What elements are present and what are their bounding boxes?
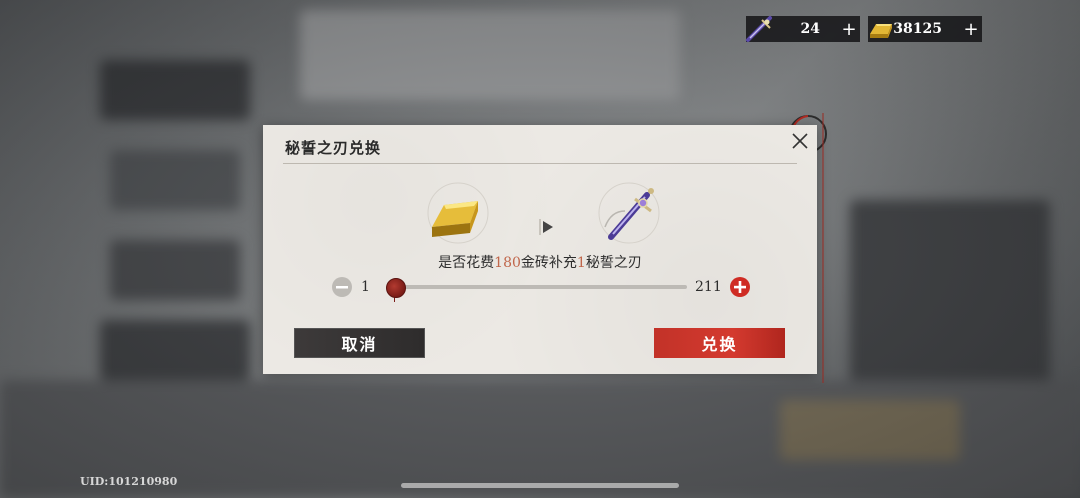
increase-button[interactable] [729, 276, 751, 298]
prompt-text-3: 秘誓之刃 [585, 255, 642, 271]
add-blade-button[interactable]: + [838, 16, 860, 42]
gold-bar-icon [870, 24, 892, 38]
gold-currency-bar: 38125 + [868, 16, 982, 42]
exchange-dialog: 秘誓之刃兑换 是否花费180金砖补充1秘誓之刃 1 211 取消 兑换 [263, 113, 824, 383]
decrease-button[interactable] [331, 276, 353, 298]
dagger-icon [746, 16, 772, 42]
slider-min-value: 1 [361, 279, 370, 295]
uid-label: UID:101210980 [80, 475, 178, 488]
exchange-prompt: 是否花费180金砖补充1秘誓之刃 [263, 252, 817, 272]
quantity-slider[interactable] [393, 285, 687, 289]
dagger-icon [598, 182, 660, 244]
add-gold-button[interactable]: + [960, 16, 982, 42]
title-divider [283, 163, 797, 164]
play-arrow-icon [539, 219, 553, 235]
prompt-text-2: 金砖补充 [520, 255, 577, 271]
slider-max-value: 211 [695, 279, 722, 295]
prompt-cost: 180 [494, 255, 521, 271]
gold-bar-icon [427, 182, 489, 244]
prompt-text-1: 是否花费 [438, 255, 495, 271]
cancel-button[interactable]: 取消 [294, 328, 425, 358]
slider-handle[interactable] [386, 278, 406, 298]
exchange-button[interactable]: 兑换 [654, 328, 785, 358]
dialog-title: 秘誓之刃兑换 [285, 139, 382, 157]
source-item-slot [426, 181, 490, 245]
close-icon[interactable] [789, 130, 811, 152]
side-line-decoration [822, 113, 824, 383]
blade-currency-bar: 24 + [746, 16, 860, 42]
prompt-count: 1 [576, 255, 586, 271]
target-item-slot [597, 181, 661, 245]
home-indicator[interactable] [401, 483, 679, 488]
